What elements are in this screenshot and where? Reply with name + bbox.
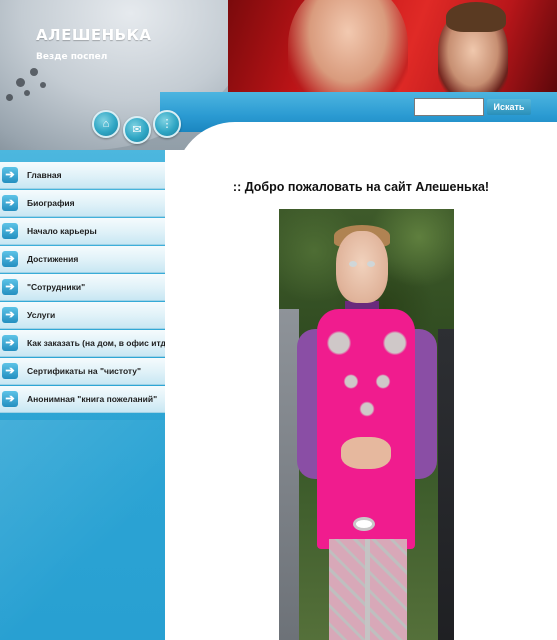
home-icon[interactable]: ⌂ [92,110,120,138]
sidebar-item-label: "Сотрудники" [27,282,86,292]
sidebar-item-biography[interactable]: ➔ Биография [0,190,165,217]
sidebar-decoration [0,420,165,640]
site-tagline: Везде поспел [36,52,108,62]
sidebar-menu: ➔ Главная ➔ Биография ➔ Начало карьеры ➔… [0,162,171,414]
photo-bow [353,517,375,531]
arrow-right-icon: ➔ [2,363,18,379]
sidebar-item-label: Начало карьеры [27,226,97,236]
main-photo [279,209,454,640]
site-header: АЛЕШЕНЬКА Везде поспел ⌂ ✉ ⋮ Искать [0,0,557,165]
sidebar-item-achievements[interactable]: ➔ Достижения [0,246,165,273]
search-input[interactable] [414,98,484,116]
search-button[interactable]: Искать [487,99,531,115]
arrow-right-icon: ➔ [2,391,18,407]
sidebar-item-label: Анонимная "книга пожеланий" [27,394,158,404]
welcome-heading: :: Добро пожаловать на сайт Алешенька! [232,180,490,194]
photo-side-person-right [438,329,454,640]
mail-icon[interactable]: ✉ [123,116,151,144]
photo-head [336,231,388,303]
sidebar-item-staff[interactable]: ➔ "Сотрудники" [0,274,165,301]
photo-vest-pattern [327,321,407,431]
page: АЛЕШЕНЬКА Везде поспел ⌂ ✉ ⋮ Искать ➔ Гл… [0,0,557,640]
photo-hands [341,437,391,469]
sidebar-item-career-start[interactable]: ➔ Начало карьеры [0,218,165,245]
sidebar-item-home[interactable]: ➔ Главная [0,162,165,189]
arrow-right-icon: ➔ [2,251,18,267]
sidebar: ➔ Главная ➔ Биография ➔ Начало карьеры ➔… [0,150,171,640]
sitemap-icon[interactable]: ⋮ [153,110,181,138]
arrow-right-icon: ➔ [2,335,18,351]
photo-eye-right [367,261,375,267]
sidebar-item-certificates[interactable]: ➔ Сертификаты на "чистоту" [0,358,165,385]
photo-side-person-left [279,309,299,640]
arrow-right-icon: ➔ [2,195,18,211]
arrow-right-icon: ➔ [2,279,18,295]
photo-eye-left [349,261,357,267]
arrow-right-icon: ➔ [2,223,18,239]
sidebar-item-label: Главная [27,170,62,180]
sidebar-item-services[interactable]: ➔ Услуги [0,302,165,329]
main-content: :: Добро пожаловать на сайт Алешенька! [165,150,557,640]
site-title: АЛЕШЕНЬКА [36,26,152,44]
decorative-dots [0,60,80,120]
sidebar-item-guestbook[interactable]: ➔ Анонимная "книга пожеланий" [0,386,165,413]
photo-legs-gap [365,539,370,640]
header-photo [228,0,557,110]
arrow-right-icon: ➔ [2,307,18,323]
sidebar-item-label: Услуги [27,310,56,320]
sidebar-item-label: Достижения [27,254,79,264]
sidebar-item-label: Сертификаты на "чистоту" [27,366,142,376]
sidebar-item-label: Биография [27,198,75,208]
sidebar-item-how-to-order[interactable]: ➔ Как заказать (на дом, в офис итд.) [0,330,171,357]
arrow-right-icon: ➔ [2,167,18,183]
header-nav-icons: ⌂ ✉ ⋮ [92,110,187,146]
header-photo-hair [446,2,506,32]
sidebar-item-label: Как заказать (на дом, в офис итд.) [27,338,172,348]
